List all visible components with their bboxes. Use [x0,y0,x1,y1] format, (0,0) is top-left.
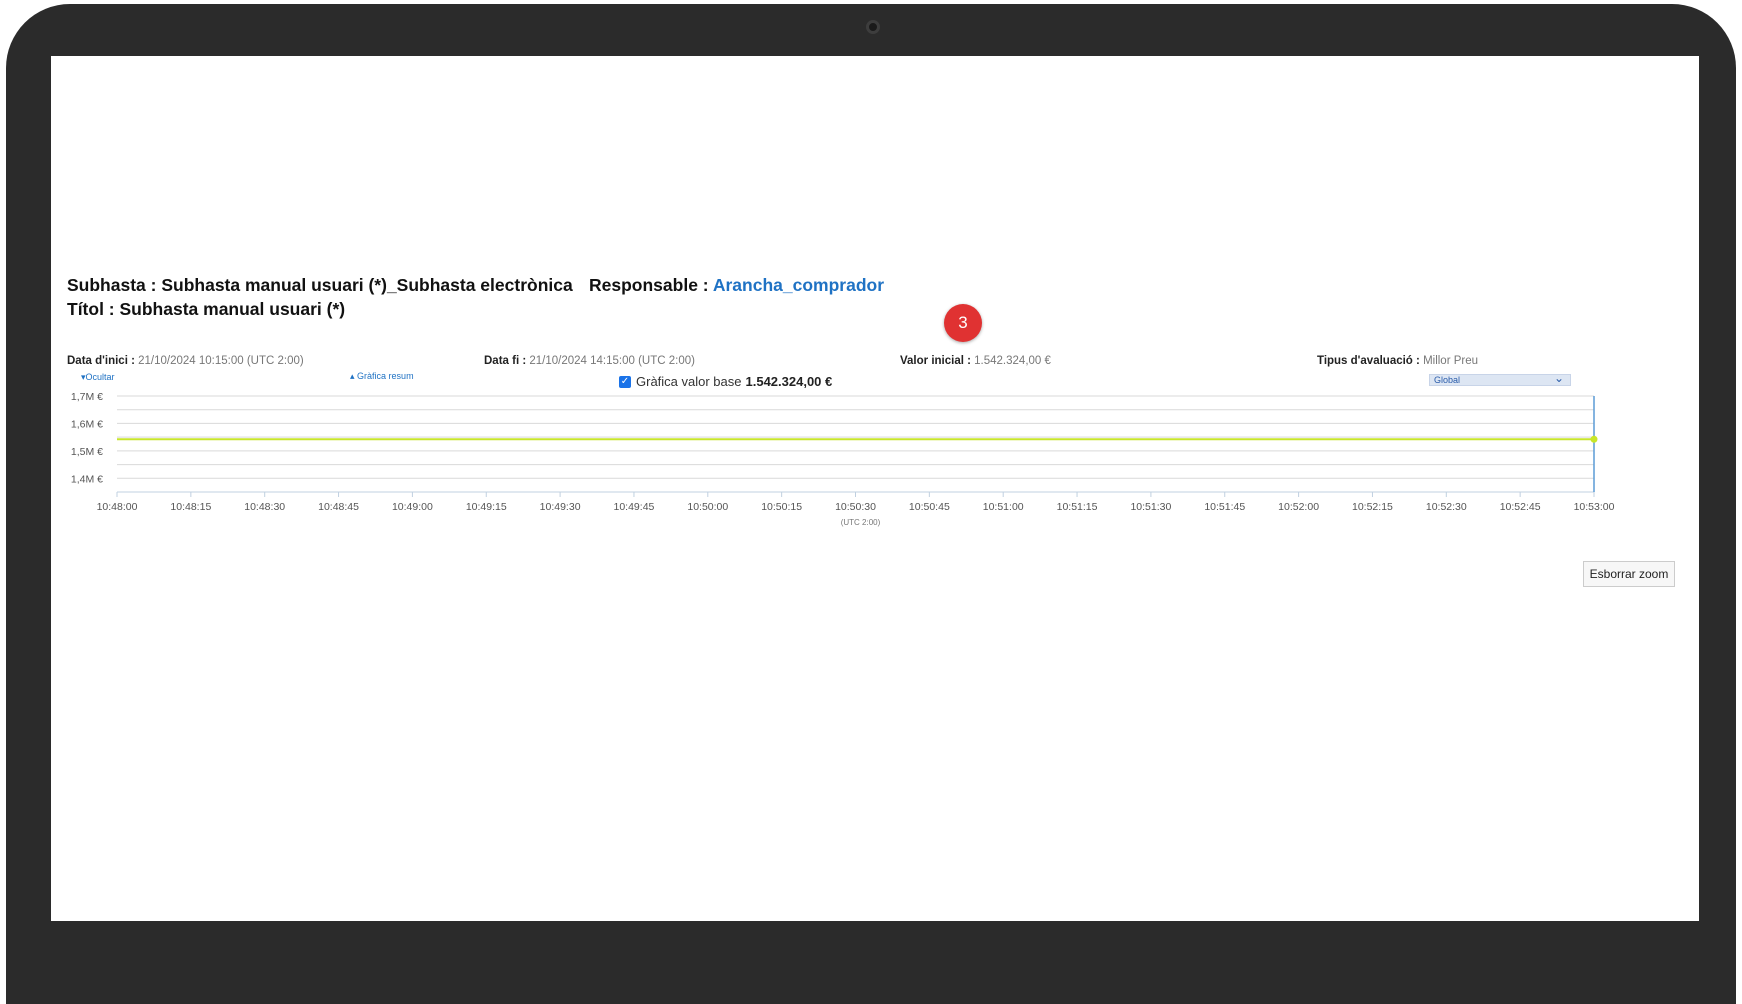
initial-value: Valor inicial : 1.542.324,00 € [900,355,1051,367]
x-tick-label: 10:48:30 [244,501,285,513]
x-tick-label: 10:51:00 [983,501,1024,513]
initial-value-label: Valor inicial : [900,355,971,367]
initial-value-amount: 1.542.324,00 € [974,355,1051,367]
auction-heading: Subhasta : Subhasta manual usuari (*)_Su… [67,275,573,296]
x-tick-label: 10:49:45 [614,501,655,513]
evaluation-type-label: Tipus d'avaluació : [1317,355,1420,367]
x-tick-label: 10:52:00 [1278,501,1319,513]
x-tick-label: 10:50:15 [761,501,802,513]
start-date: Data d'inici : 21/10/2024 10:15:00 (UTC … [67,355,304,367]
auction-label: Subhasta : [67,275,157,295]
end-date: Data fi : 21/10/2024 14:15:00 (UTC 2:00) [484,355,695,367]
x-tick-label: 10:52:45 [1500,501,1541,513]
end-date-label: Data fi : [484,355,527,367]
start-date-value: 21/10/2024 10:15:00 (UTC 2:00) [138,355,304,367]
x-tick-label: 10:52:15 [1352,501,1393,513]
webcam-icon [866,20,880,34]
responsible-label: Responsable : [589,275,709,295]
y-tick-label: 1,4M € [71,473,103,485]
y-tick-label: 1,7M € [71,391,103,403]
title-label: Títol : [67,299,115,319]
summary-chart-label: Gràfica resum [357,371,414,381]
x-tick-label: 10:51:45 [1204,501,1245,513]
start-date-label: Data d'inici : [67,355,135,367]
screen: Subhasta : Subhasta manual usuari (*)_Su… [51,56,1699,921]
reset-zoom-button[interactable]: Esborrar zoom [1583,561,1675,587]
title-heading: Títol : Subhasta manual usuari (*) [67,299,345,320]
x-tick-label: 10:48:00 [97,501,138,513]
x-axis-title: (UTC 2:00) [841,518,881,527]
x-tick-label: 10:48:45 [318,501,359,513]
x-tick-label: 10:49:30 [540,501,581,513]
x-tick-label: 10:49:15 [466,501,507,513]
x-tick-label: 10:53:00 [1574,501,1615,513]
evaluation-type-value: Millor Preu [1423,355,1479,367]
caret-up-icon: ▴ [350,371,355,381]
x-tick-label: 10:52:30 [1426,501,1467,513]
y-tick-label: 1,5M € [71,446,103,458]
x-tick-label: 10:50:00 [687,501,728,513]
responsible-heading: Responsable : Arancha_comprador [589,275,884,296]
responsible-link[interactable]: Arancha_comprador [713,275,884,295]
x-tick-label: 10:50:45 [909,501,950,513]
data-point-marker [1590,435,1598,443]
x-tick-label: 10:48:15 [170,501,211,513]
step-badge: 3 [944,304,982,342]
laptop-frame: Subhasta : Subhasta manual usuari (*)_Su… [6,4,1736,1004]
price-chart[interactable]: 1,7M € 1,6M € 1,5M € 1,4M € 10:48:00 10:48:15… [51,381,1699,561]
y-tick-label: 1,6M € [71,418,103,430]
x-tick-label: 10:49:00 [392,501,433,513]
x-tick-label: 10:50:30 [835,501,876,513]
evaluation-type: Tipus d'avaluació : Millor Preu [1317,355,1478,367]
x-tick-label: 10:51:30 [1130,501,1171,513]
end-date-value: 21/10/2024 14:15:00 (UTC 2:00) [529,355,695,367]
auction-name: Subhasta manual usuari (*)_Subhasta elec… [161,275,573,295]
title-value: Subhasta manual usuari (*) [119,299,346,319]
x-tick-label: 10:51:15 [1057,501,1098,513]
